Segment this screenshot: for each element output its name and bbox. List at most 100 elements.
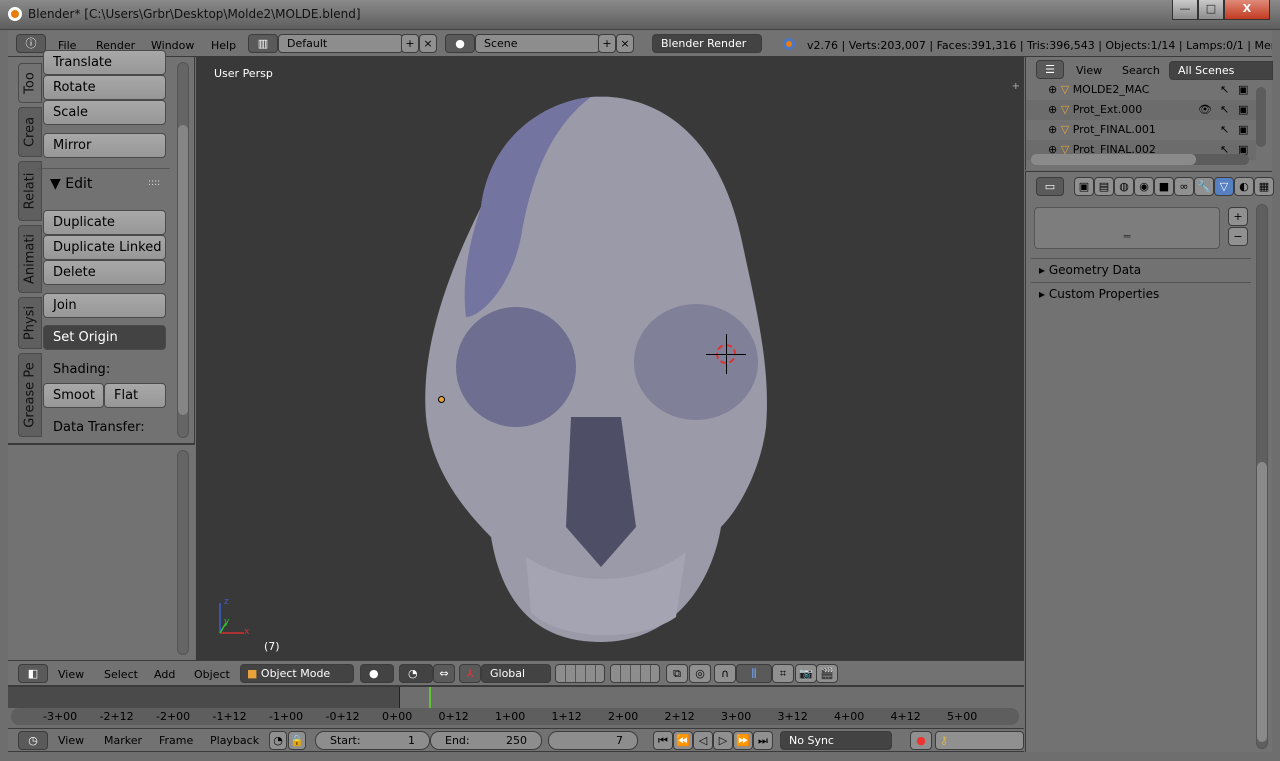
keying-set-icon[interactable]: ⚷ <box>935 731 1024 750</box>
render-animation-icon[interactable]: 🎬 <box>816 664 838 683</box>
jump-start-icon[interactable]: ⏮ <box>653 731 673 750</box>
outliner-item[interactable]: ⊕ ▽ MOLDE2_MAC ↖ ▣ <box>1026 80 1256 100</box>
layout-icon[interactable]: ▥ <box>248 34 278 53</box>
tab-animation[interactable]: Animati <box>18 225 42 293</box>
remove-layout-icon[interactable]: × <box>419 34 437 53</box>
lock-layers-icon[interactable]: ⧉ <box>666 664 688 683</box>
edit-panel-header[interactable]: ▼ Edit <box>50 176 92 192</box>
modifiers-tab-icon[interactable]: 🔧 <box>1194 177 1214 196</box>
constraints-tab-icon[interactable]: ∞ <box>1174 177 1194 196</box>
jump-keyframe-back-icon[interactable]: ⏪ <box>673 731 693 750</box>
pivot-point-dropdown[interactable]: ◔ <box>399 664 433 683</box>
tab-tools[interactable]: Too <box>18 63 42 103</box>
scene-field[interactable]: Scene <box>475 34 600 53</box>
duplicate-button[interactable]: Duplicate <box>43 210 166 235</box>
current-frame-field[interactable]: 7 <box>548 731 638 750</box>
render-camera-icon[interactable]: ▣ <box>1238 80 1248 100</box>
remove-scene-icon[interactable]: × <box>616 34 634 53</box>
snap-target-icon[interactable]: ⌗ <box>772 664 794 683</box>
editor-type-timeline-icon[interactable]: ◷ <box>18 731 48 750</box>
join-button[interactable]: Join <box>43 293 166 318</box>
sync-dropdown[interactable]: No Sync <box>780 731 892 750</box>
menu-view[interactable]: View <box>1076 64 1102 77</box>
start-frame-field[interactable]: Start: 1 <box>315 731 430 750</box>
expand-icon[interactable]: ⊕ <box>1048 83 1057 96</box>
mirror-button[interactable]: Mirror <box>43 133 166 158</box>
minimize-button[interactable]: — <box>1172 0 1198 20</box>
outliner-hscrollbar[interactable] <box>1031 154 1249 165</box>
render-layers-tab-icon[interactable]: ▤ <box>1094 177 1114 196</box>
operator-scrollbar[interactable] <box>177 450 189 655</box>
manipulator-toggle-icon[interactable]: ⇔ <box>433 664 455 683</box>
menu-help[interactable]: Help <box>211 39 236 52</box>
translate-button[interactable]: Translate <box>43 50 166 75</box>
snap-element-icon[interactable]: ⫼ <box>736 664 772 683</box>
timeline-ruler[interactable]: -3+00 -2+12 -2+00 -1+12 -1+00 -0+12 0+00 0+12 1+… <box>11 708 1019 725</box>
mesh-data-tab-icon[interactable]: ▽ <box>1214 177 1234 196</box>
tab-grease-pencil[interactable]: Grease Pe <box>18 353 42 437</box>
world-tab-icon[interactable]: ◉ <box>1134 177 1154 196</box>
editor-type-3d-icon[interactable]: ◧ <box>18 664 48 683</box>
delete-button[interactable]: Delete <box>43 260 166 285</box>
panel-custom-properties[interactable]: ▸ Custom Properties <box>1031 282 1251 304</box>
menu-view[interactable]: View <box>58 734 84 747</box>
visibility-eye-icon[interactable]: 👁 <box>1198 100 1212 120</box>
toolshelf-scrollbar-thumb[interactable] <box>178 125 188 415</box>
expand-region-icon[interactable]: + <box>1012 81 1020 92</box>
render-engine-dropdown[interactable]: Blender Render <box>652 34 762 53</box>
outliner-item[interactable]: ⊕ ▽ Prot_FINAL.001 ↖ ▣ <box>1026 120 1256 140</box>
timeline[interactable]: -3+00 -2+12 -2+00 -1+12 -1+00 -0+12 0+00 0+12 1+… <box>8 686 1024 728</box>
menu-view[interactable]: View <box>58 668 84 681</box>
3d-viewport[interactable]: User Persp z y x (7) + <box>196 57 1024 660</box>
tab-physics[interactable]: Physi <box>18 297 42 349</box>
menu-select[interactable]: Select <box>104 668 138 681</box>
set-origin-dropdown[interactable]: Set Origin <box>43 325 166 350</box>
display-mode-dropdown[interactable]: All Scenes <box>1169 61 1273 80</box>
material-tab-icon[interactable]: ◐ <box>1234 177 1254 196</box>
menu-add[interactable]: Add <box>154 668 175 681</box>
menu-frame[interactable]: Frame <box>159 734 193 747</box>
snap-magnet-icon[interactable]: ∩ <box>714 664 736 683</box>
editor-type-info-icon[interactable]: ⓘ <box>16 34 46 53</box>
render-tab-icon[interactable]: ▣ <box>1074 177 1094 196</box>
transform-axes-icon[interactable]: ⅄ <box>459 664 481 683</box>
rotate-button[interactable]: Rotate <box>43 75 166 100</box>
jump-keyframe-forward-icon[interactable]: ⏩ <box>733 731 753 750</box>
tab-create[interactable]: Crea <box>18 107 42 157</box>
menu-object[interactable]: Object <box>194 668 230 681</box>
select-arrow-icon[interactable]: ↖ <box>1220 120 1229 140</box>
add-item-button[interactable]: + <box>1228 207 1248 226</box>
current-frame-line[interactable] <box>429 687 431 708</box>
layers-grid-2[interactable] <box>610 664 660 683</box>
layers-grid-1[interactable] <box>555 664 605 683</box>
layout-field[interactable]: Default <box>278 34 403 53</box>
play-icon[interactable]: ▷ <box>713 731 733 750</box>
add-layout-icon[interactable]: + <box>401 34 419 53</box>
mode-dropdown[interactable]: ■ Object Mode <box>240 664 354 683</box>
render-opengl-icon[interactable]: 📷 <box>795 664 817 683</box>
editor-type-properties-icon[interactable]: ▭ <box>1036 177 1064 196</box>
add-scene-icon[interactable]: + <box>598 34 616 53</box>
menu-marker[interactable]: Marker <box>104 734 142 747</box>
render-camera-icon[interactable]: ▣ <box>1238 100 1248 120</box>
tab-relations[interactable]: Relati <box>18 161 42 221</box>
outliner-item[interactable]: ⊕ ▽ Prot_Ext.000 👁 ↖ ▣ <box>1026 100 1256 120</box>
object-origin[interactable] <box>438 396 445 403</box>
uv-map-list[interactable]: ═ <box>1034 207 1220 249</box>
expand-icon[interactable]: ⊕ <box>1048 103 1057 116</box>
lock-icon[interactable]: 🔒 <box>288 731 306 750</box>
viewport-shading-dropdown[interactable]: ● <box>360 664 394 683</box>
proportional-edit-icon[interactable]: ◎ <box>689 664 711 683</box>
menu-search[interactable]: Search <box>1122 64 1160 77</box>
outliner-vscrollbar[interactable] <box>1256 87 1266 147</box>
select-arrow-icon[interactable]: ↖ <box>1220 100 1229 120</box>
play-reverse-icon[interactable]: ◁ <box>693 731 713 750</box>
select-arrow-icon[interactable]: ↖ <box>1220 80 1229 100</box>
object-tab-icon[interactable]: ■ <box>1154 177 1174 196</box>
remove-item-button[interactable]: − <box>1228 227 1248 246</box>
scene-icon[interactable]: ● <box>445 34 475 53</box>
flat-shading-button[interactable]: Flat <box>104 383 166 408</box>
expand-icon[interactable]: ⊕ <box>1048 123 1057 136</box>
preview-range-icon[interactable]: ◔ <box>269 731 287 750</box>
texture-tab-icon[interactable]: ▦ <box>1254 177 1274 196</box>
